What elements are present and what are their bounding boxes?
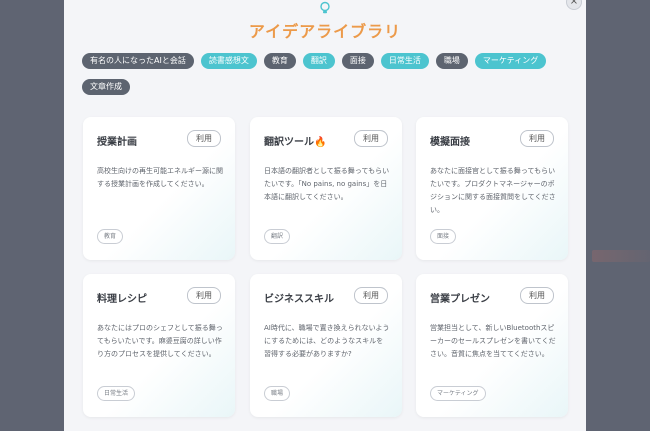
card-category-tag[interactable]: 日常生活 <box>97 386 136 401</box>
card-title: 営業プレゼン <box>430 294 490 305</box>
card-title: 模擬面接 <box>430 137 470 148</box>
idea-library-modal: アイデアライブラリ 有名の人になったAIと会話 読書感想文 教育 翻訳 面接 日… <box>64 0 586 431</box>
tag-marketing[interactable]: マーケティング <box>474 53 547 69</box>
tag-workplace[interactable]: 職場 <box>435 53 468 69</box>
card-category-tag[interactable]: マーケティング <box>430 386 486 401</box>
card-description: 高校生向けの再生可能エネルギー源に関する授業計画を作成してください。 <box>97 167 223 188</box>
page-title: アイデアライブラリ <box>248 22 402 41</box>
use-button[interactable]: 利用 <box>187 287 221 304</box>
idea-card[interactable]: ビジネススキル 利用 AI時代に、職場で置き換えられないようにするためには、どの… <box>250 274 402 417</box>
use-button[interactable]: 利用 <box>354 287 388 304</box>
card-title: 料理レシピ <box>97 294 147 305</box>
tag-famous-people[interactable]: 有名の人になったAIと会話 <box>82 53 194 69</box>
card-category-tag[interactable]: 面接 <box>430 229 457 244</box>
card-title: 翻訳ツール🔥 <box>264 137 327 148</box>
background-page-text <box>592 250 650 262</box>
tag-education[interactable]: 教育 <box>263 53 296 69</box>
use-button[interactable]: 利用 <box>520 130 554 147</box>
card-description: AI時代に、職場で置き換えられないようにするためには、どのようなスキルを習得する… <box>264 324 390 358</box>
tag-translation[interactable]: 翻訳 <box>302 53 335 69</box>
card-description: 日本語の翻訳者として振る舞ってもらいたいです。「No pains, no gai… <box>264 167 390 201</box>
idea-card[interactable]: 営業プレゼン 利用 営業担当として、新しいBluetoothスピーカーのセールス… <box>416 274 568 417</box>
card-description: あなたに面接官として振る舞ってもらいたいです。プロダクトマネージャーのポジション… <box>430 167 556 214</box>
card-description: 営業担当として、新しいBluetoothスピーカーのセールスプレゼンを書いてくだ… <box>430 324 556 358</box>
card-title: ビジネススキル <box>264 294 334 305</box>
idea-card[interactable]: 料理レシピ 利用 あなたにはプロのシェフとして振る舞ってもらいたいです。麻婆豆腐… <box>83 274 235 417</box>
fire-icon: 🔥 <box>314 137 327 148</box>
idea-card[interactable]: 授業計画 利用 高校生向けの再生可能エネルギー源に関する授業計画を作成してくださ… <box>83 117 235 260</box>
card-category-tag[interactable]: 職場 <box>264 386 291 401</box>
card-category-tag[interactable]: 教育 <box>97 229 124 244</box>
tag-book-report[interactable]: 読書感想文 <box>200 53 257 69</box>
card-title: 授業計画 <box>97 137 137 148</box>
card-description: あなたにはプロのシェフとして振る舞ってもらいたいです。麻婆豆腐の詳しい作り方のプ… <box>97 324 223 358</box>
close-icon: × <box>569 0 579 7</box>
category-tag-list: 有名の人になったAIと会話 読書感想文 教育 翻訳 面接 日常生活 職場 マーケ… <box>82 53 572 95</box>
idea-card[interactable]: 模擬面接 利用 あなたに面接官として振る舞ってもらいたいです。プロダクトマネージ… <box>416 117 568 260</box>
use-button[interactable]: 利用 <box>354 130 388 147</box>
tag-interview[interactable]: 面接 <box>341 53 374 69</box>
tag-daily-life[interactable]: 日常生活 <box>380 53 429 69</box>
idea-card[interactable]: 翻訳ツール🔥 利用 日本語の翻訳者として振る舞ってもらいたいです。「No pai… <box>250 117 402 260</box>
lightbulb-icon <box>313 1 337 15</box>
use-button[interactable]: 利用 <box>187 130 221 147</box>
tag-writing[interactable]: 文章作成 <box>82 79 130 95</box>
use-button[interactable]: 利用 <box>520 287 554 304</box>
card-category-tag[interactable]: 翻訳 <box>264 229 291 244</box>
